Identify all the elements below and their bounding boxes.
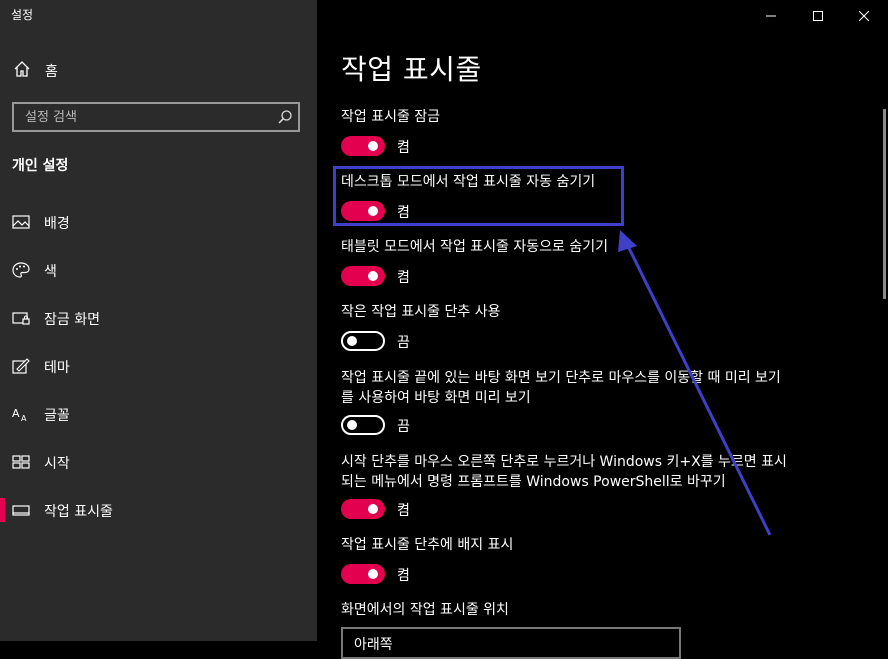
toggle-state-label: 켬	[397, 270, 410, 286]
toggle-knob	[368, 271, 378, 281]
theme-icon	[12, 358, 30, 374]
toggle-small-buttons[interactable]	[341, 331, 385, 351]
toggle-auto-hide-tablet[interactable]	[341, 266, 385, 286]
setting-label-auto-hide-tablet: 태블릿 모드에서 작업 표시줄 자동으로 숨기기	[341, 239, 608, 255]
setting-label-taskbar-position: 화면에서의 작업 표시줄 위치	[341, 602, 509, 618]
sidebar-item-label: 테마	[44, 360, 70, 376]
sidebar-item-start[interactable]: 시작	[0, 445, 317, 479]
setting-label-lock-taskbar: 작업 표시줄 잠금	[341, 109, 441, 125]
sidebar-item-label: 잠금 화면	[44, 312, 100, 328]
toggle-knob	[347, 336, 357, 346]
maximize-icon	[813, 6, 823, 25]
search-input[interactable]	[14, 104, 275, 130]
taskbar-icon	[12, 502, 30, 518]
toggle-state-label: 켬	[397, 503, 410, 519]
start-icon	[12, 454, 30, 470]
section-title: 개인 설정	[12, 158, 69, 174]
toggle-state-label: 끔	[397, 419, 410, 435]
toggle-state-label: 켬	[397, 140, 410, 156]
toggle-badges[interactable]	[341, 564, 385, 584]
sidebar-item-taskbar[interactable]: 작업 표시줄	[0, 493, 317, 527]
setting-label-small-buttons: 작은 작업 표시줄 단추 사용	[341, 304, 501, 320]
sidebar-item-background[interactable]: 배경	[0, 205, 317, 239]
sidebar-item-home[interactable]: 홈	[13, 60, 58, 82]
toggle-knob	[347, 420, 357, 430]
svg-text:A: A	[21, 414, 27, 422]
toggle-knob	[368, 504, 378, 514]
annotation-highlight-box	[333, 166, 624, 226]
toggle-state-label: 켬	[397, 568, 410, 584]
close-icon	[858, 6, 870, 25]
toggle-state-label: 끔	[397, 335, 410, 351]
home-icon	[13, 60, 31, 82]
sidebar-item-label: 작업 표시줄	[44, 504, 113, 520]
home-label: 홈	[45, 64, 58, 80]
taskbar-position-dropdown[interactable]: 아래쪽	[341, 627, 681, 659]
minimize-button[interactable]	[748, 0, 794, 30]
sidebar-item-theme[interactable]: 테마	[0, 349, 317, 383]
close-button[interactable]	[841, 0, 887, 30]
annotation-arrow	[618, 230, 772, 536]
minimize-icon	[766, 6, 776, 25]
search-icon[interactable]	[277, 109, 293, 125]
image-icon	[12, 214, 30, 230]
toggle-knob	[368, 141, 378, 151]
maximize-button[interactable]	[795, 0, 841, 30]
sidebar: 설정 홈 개인 설정 배경 색 잠금 화면 테마	[0, 0, 317, 641]
dropdown-value: 아래쪽	[354, 637, 393, 653]
scrollbar-thumb[interactable]	[883, 109, 886, 299]
setting-label-badges: 작업 표시줄 단추에 배지 표시	[341, 537, 514, 553]
sidebar-item-color[interactable]: 색	[0, 253, 317, 287]
toggle-peek[interactable]	[341, 415, 385, 435]
sidebar-item-lock-screen[interactable]: 잠금 화면	[0, 301, 317, 335]
page-title: 작업 표시줄	[341, 53, 482, 86]
svg-text:A: A	[12, 407, 20, 420]
toggle-lock-taskbar[interactable]	[341, 136, 385, 156]
sidebar-item-label: 글꼴	[44, 408, 70, 424]
sidebar-item-label: 색	[44, 264, 57, 280]
search-box	[12, 102, 300, 132]
lock-screen-icon	[12, 310, 30, 326]
palette-icon	[12, 262, 30, 278]
sidebar-item-label: 배경	[44, 216, 70, 232]
font-icon: AA	[12, 406, 30, 423]
sidebar-item-fonts[interactable]: AA 글꼴	[0, 397, 317, 431]
sidebar-item-label: 시작	[44, 456, 70, 472]
toggle-knob	[368, 569, 378, 579]
toggle-powershell[interactable]	[341, 499, 385, 519]
window-title: 설정	[11, 8, 34, 22]
